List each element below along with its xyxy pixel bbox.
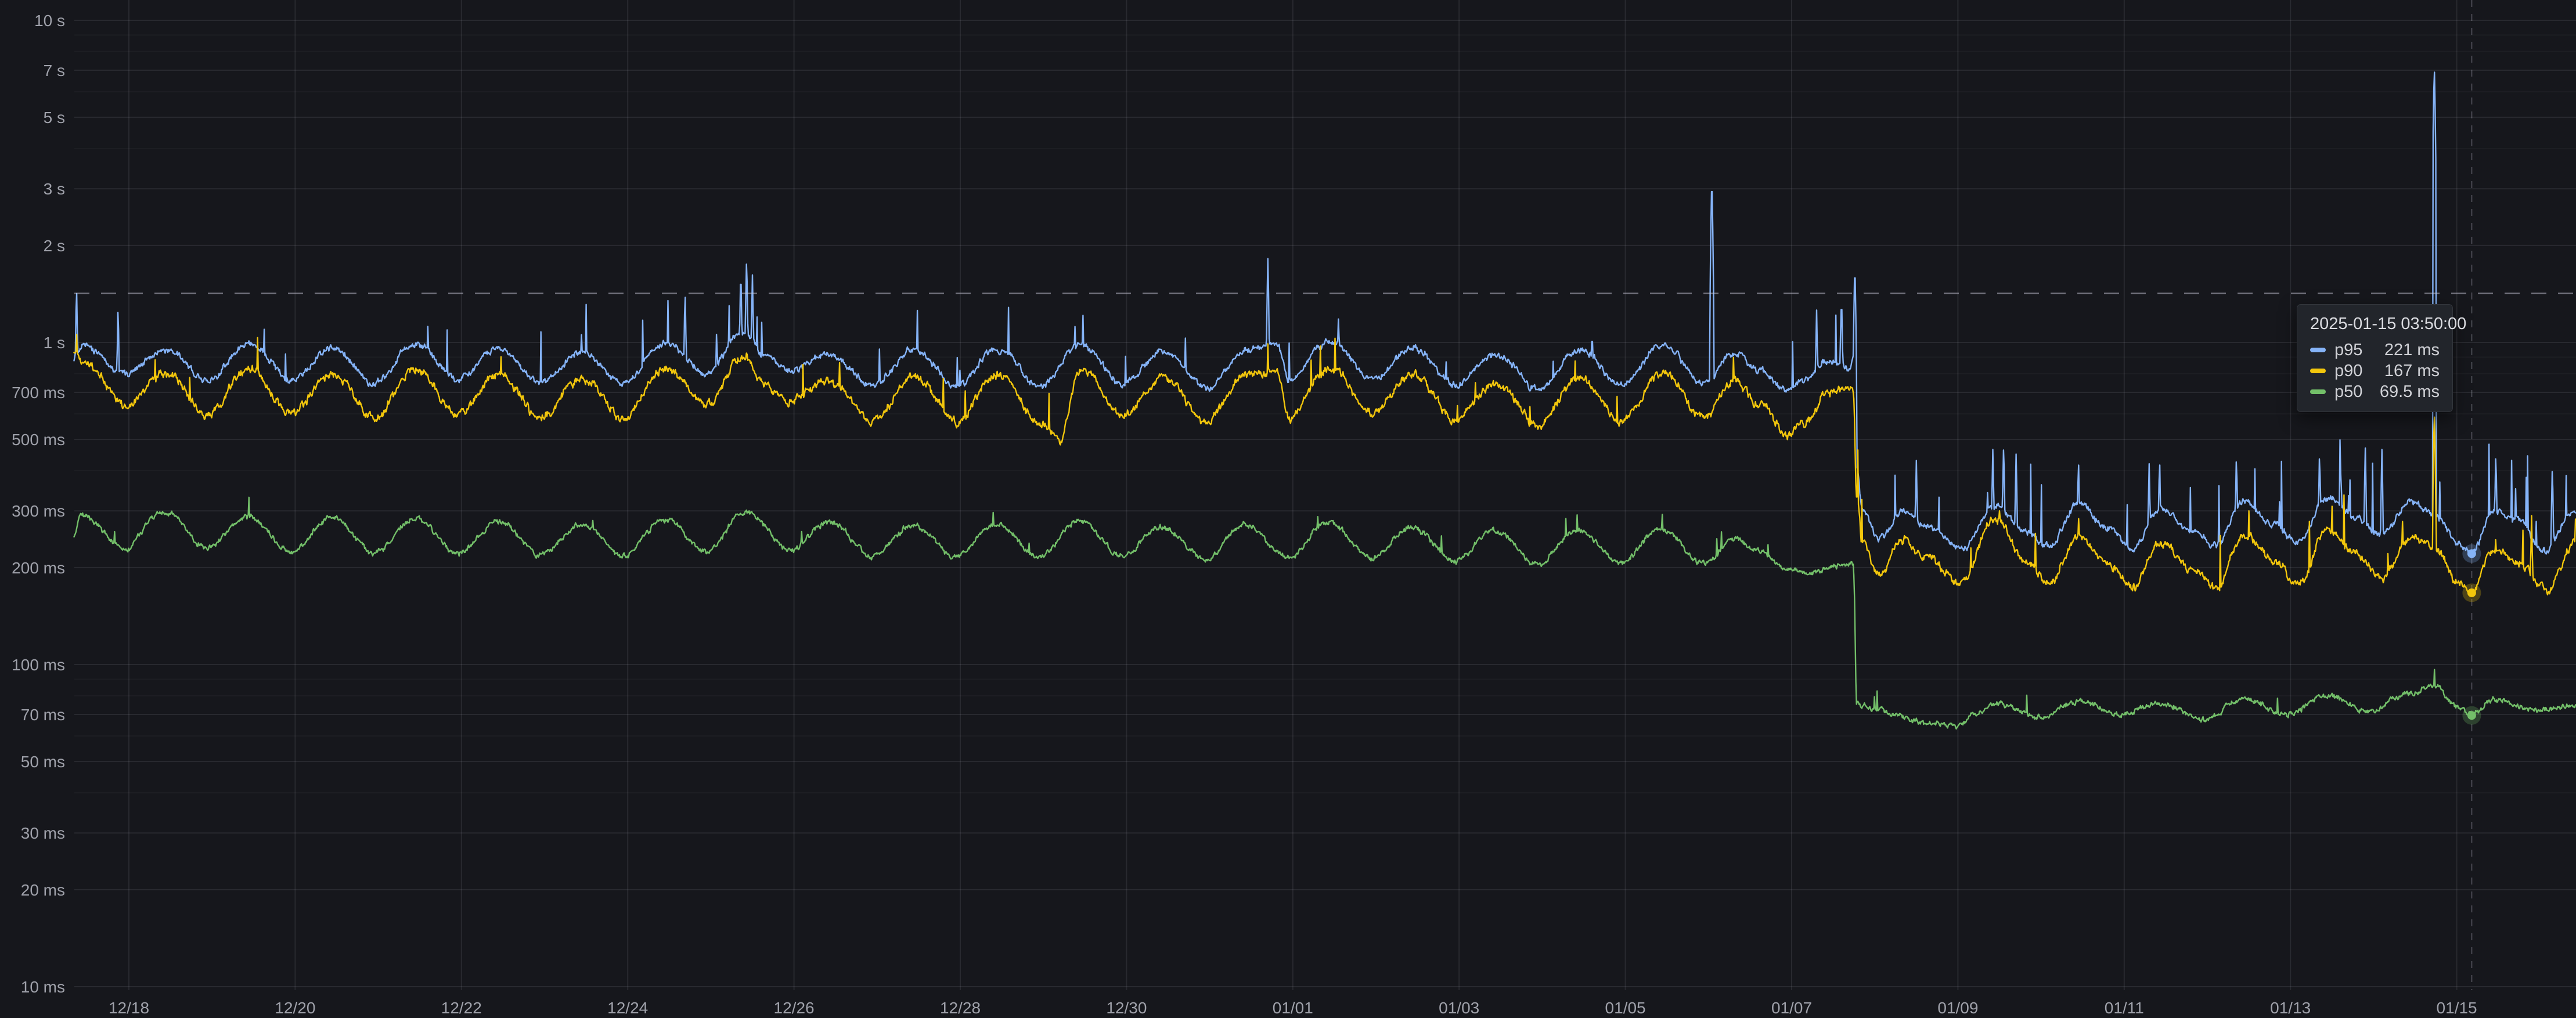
chart-tooltip: 2025-01-15 03:50:00 p95221 msp90167 msp5… <box>2297 304 2453 412</box>
y-tick-label: 7 s <box>44 62 65 80</box>
y-tick-label: 70 ms <box>21 706 65 724</box>
x-tick-label: 12/20 <box>275 999 315 1017</box>
series-swatch-icon <box>2310 389 2326 394</box>
y-tick-label: 700 ms <box>12 384 65 402</box>
hover-point-p90 <box>2467 589 2476 597</box>
x-tick-label: 12/28 <box>940 999 981 1017</box>
x-tick-label: 01/07 <box>1771 999 1812 1017</box>
latency-chart[interactable]: 10 s 7 s 5 s 3 s 2 s 1 s 700 ms 500 ms 300 ms 200… <box>0 0 2576 1018</box>
axis-labels: 10 s 7 s 5 s 3 s 2 s 1 s 700 ms 500 ms 300 ms 200… <box>12 12 2477 1017</box>
y-tick-label: 300 ms <box>12 502 65 520</box>
x-tick-label: 12/30 <box>1106 999 1147 1017</box>
tooltip-row-p50: p50 69.5 ms <box>2310 381 2440 402</box>
tooltip-series-label: p90 <box>2334 362 2362 381</box>
series-swatch-icon <box>2310 369 2326 373</box>
hover-point-p95 <box>2467 549 2476 558</box>
tooltip-row-p95: p95 221 ms <box>2310 340 2440 360</box>
hover-point-p50 <box>2467 711 2476 720</box>
x-tick-label: 01/11 <box>2105 999 2144 1017</box>
tooltip-series-value: 221 ms <box>2384 341 2440 360</box>
x-tick-label: 12/26 <box>774 999 815 1017</box>
tooltip-series-value: 167 ms <box>2384 362 2440 381</box>
y-tick-label: 50 ms <box>21 753 65 771</box>
tooltip-rows: p95 221 ms p90 167 ms p50 69.5 ms <box>2310 340 2440 402</box>
tooltip-row-p90: p90 167 ms <box>2310 360 2440 381</box>
y-tick-label: 100 ms <box>12 656 65 674</box>
x-tick-label: 12/22 <box>441 999 482 1017</box>
series-line-p50 <box>74 497 2576 729</box>
tooltip-series-label: p50 <box>2334 382 2362 402</box>
y-tick-label: 5 s <box>44 109 65 127</box>
x-tick-label: 01/15 <box>2437 999 2477 1017</box>
y-tick-label: 200 ms <box>12 559 65 577</box>
x-tick-label: 01/01 <box>1273 999 1313 1017</box>
tooltip-series-value: 69.5 ms <box>2380 382 2440 402</box>
series-swatch-icon <box>2310 348 2326 352</box>
y-tick-label: 20 ms <box>21 881 65 899</box>
x-tick-label: 01/05 <box>1605 999 1646 1017</box>
x-tick-label: 01/03 <box>1439 999 1479 1017</box>
x-tick-label: 01/13 <box>2270 999 2311 1017</box>
x-tick-label: 12/18 <box>109 999 149 1017</box>
x-tick-label: 12/24 <box>607 999 648 1017</box>
x-tick-label: 01/09 <box>1937 999 1978 1017</box>
tooltip-timestamp: 2025-01-15 03:50:00 <box>2310 314 2440 334</box>
y-tick-label: 10 s <box>34 12 65 30</box>
y-tick-label: 3 s <box>44 180 65 198</box>
y-tick-label: 1 s <box>44 334 65 352</box>
latency-percentiles-panel: 10 s 7 s 5 s 3 s 2 s 1 s 700 ms 500 ms 300 ms 200… <box>0 0 2576 1018</box>
y-tick-label: 10 ms <box>21 978 65 996</box>
y-tick-label: 2 s <box>44 237 65 255</box>
y-tick-label: 30 ms <box>21 824 65 842</box>
series-line-p95 <box>74 72 2576 554</box>
y-tick-label: 500 ms <box>12 431 65 449</box>
grid-lines <box>74 0 2576 990</box>
tooltip-series-label: p95 <box>2334 341 2362 360</box>
